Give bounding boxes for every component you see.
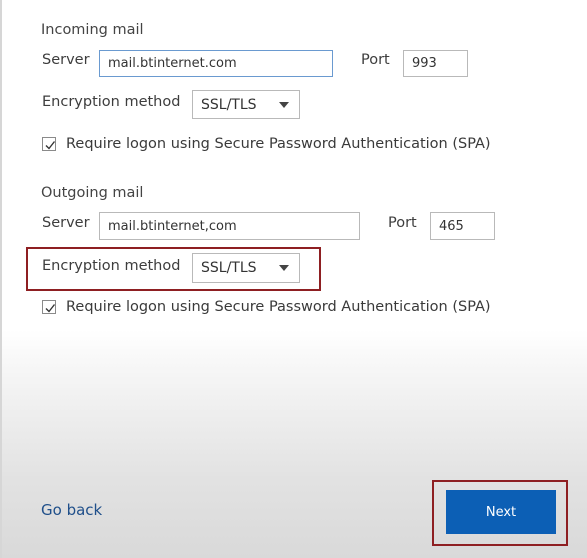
incoming-encryption-select[interactable]: SSL/TLS <box>192 90 300 119</box>
incoming-server-label: Server <box>42 52 90 68</box>
outgoing-spa-row[interactable]: Require logon using Secure Password Auth… <box>42 299 491 315</box>
outgoing-port-input[interactable]: 465 <box>430 212 495 240</box>
outgoing-spa-checkbox[interactable] <box>42 300 56 314</box>
incoming-port-input[interactable]: 993 <box>403 50 468 77</box>
outgoing-encryption-label: Encryption method <box>42 258 181 274</box>
incoming-server-input[interactable]: mail.btinternet.com <box>99 50 333 77</box>
outgoing-server-value: mail.btinternet,com <box>108 218 237 234</box>
checkmark-icon <box>45 141 56 150</box>
outgoing-port-label: Port <box>388 215 417 231</box>
outgoing-spa-label: Require logon using Secure Password Auth… <box>66 299 491 315</box>
incoming-spa-label: Require logon using Secure Password Auth… <box>66 136 491 152</box>
outgoing-encryption-select[interactable]: SSL/TLS <box>192 253 300 283</box>
checkmark-icon <box>45 304 56 313</box>
incoming-server-value: mail.btinternet.com <box>108 56 237 71</box>
outgoing-server-input[interactable]: mail.btinternet,com <box>99 212 360 240</box>
incoming-port-label: Port <box>361 52 390 68</box>
outgoing-mail-heading: Outgoing mail <box>41 185 144 201</box>
incoming-mail-heading: Incoming mail <box>41 22 144 38</box>
incoming-spa-checkbox[interactable] <box>42 137 56 151</box>
incoming-port-value: 993 <box>412 56 437 71</box>
incoming-encryption-value: SSL/TLS <box>201 96 257 113</box>
incoming-encryption-label: Encryption method <box>42 94 181 110</box>
go-back-link[interactable]: Go back <box>41 501 102 519</box>
chevron-down-icon <box>279 265 289 271</box>
outgoing-port-value: 465 <box>439 218 464 234</box>
outgoing-server-label: Server <box>42 215 90 231</box>
outgoing-encryption-value: SSL/TLS <box>201 260 257 276</box>
chevron-down-icon <box>279 101 289 108</box>
incoming-spa-row[interactable]: Require logon using Secure Password Auth… <box>42 136 491 152</box>
window-left-border <box>0 0 2 558</box>
next-button[interactable]: Next <box>446 490 556 534</box>
